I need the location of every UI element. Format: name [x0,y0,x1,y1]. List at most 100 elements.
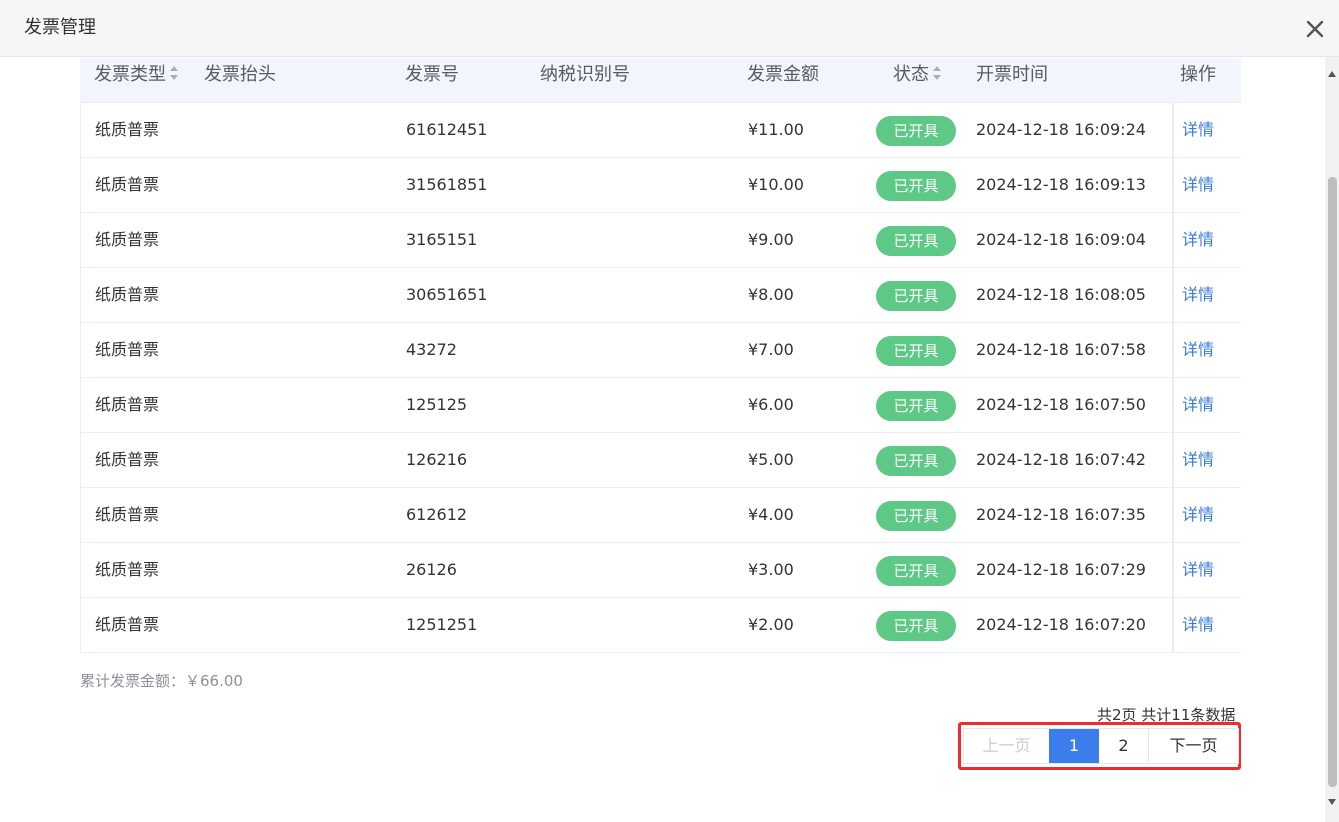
status-badge: 已开具 [876,116,956,146]
cell-type: 纸质普票 [95,340,160,359]
page-button-2[interactable]: 2 [1099,729,1149,763]
header-action: 操作 [1180,64,1216,85]
close-icon [1306,20,1324,38]
cell-type: 纸质普票 [95,615,160,634]
cell-amount: ¥4.00 [748,505,794,524]
detail-link[interactable]: 详情 [1182,323,1214,377]
cell-type: 纸质普票 [95,175,160,194]
cell-time: 2024-12-18 16:09:24 [976,120,1146,139]
prev-page-button[interactable]: 上一页 [964,729,1049,763]
table-row: 纸质普票 126216 ¥5.00 已开具 2024-12-18 16:07:4… [80,433,1241,488]
detail-link[interactable]: 详情 [1182,433,1214,487]
cell-type: 纸质普票 [95,230,160,249]
total-amount: 累计发票金额：￥66.00 [80,672,243,690]
cell-time: 2024-12-18 16:07:42 [976,450,1146,469]
cell-time: 2024-12-18 16:07:20 [976,615,1146,634]
cell-amount: ¥3.00 [748,560,794,579]
header-tax-id: 纳税识别号 [540,64,630,85]
cell-time: 2024-12-18 16:07:35 [976,505,1146,524]
header-amount: 发票金额 [747,64,819,85]
invoice-table: 发票类型 发票抬头 发票号 纳税识别号 发票金额 状态 开票时间 操作 纸质普票… [80,58,1241,653]
cell-type: 纸质普票 [95,395,160,414]
detail-link[interactable]: 详情 [1182,268,1214,322]
cell-amount: ¥10.00 [748,175,804,194]
cell-amount: ¥11.00 [748,120,804,139]
table-row: 纸质普票 612612 ¥4.00 已开具 2024-12-18 16:07:3… [80,488,1241,543]
header-time: 开票时间 [976,64,1048,85]
table-row: 纸质普票 125125 ¥6.00 已开具 2024-12-18 16:07:5… [80,378,1241,433]
status-badge: 已开具 [876,226,956,256]
sort-icon[interactable] [932,65,942,81]
cell-amount: ¥7.00 [748,340,794,359]
table-row: 纸质普票 61612451 ¥11.00 已开具 2024-12-18 16:0… [80,103,1241,158]
cell-type: 纸质普票 [95,450,160,469]
detail-link[interactable]: 详情 [1182,543,1214,597]
table-header: 发票类型 发票抬头 发票号 纳税识别号 发票金额 状态 开票时间 操作 [80,58,1241,103]
header-title: 发票抬头 [204,64,276,85]
table-body: 纸质普票 61612451 ¥11.00 已开具 2024-12-18 16:0… [80,103,1241,653]
cell-number: 126216 [406,450,468,469]
cell-type: 纸质普票 [95,285,160,304]
scrollbar-thumb[interactable] [1328,177,1337,787]
dialog-header: 发票管理 [0,0,1339,57]
table-row: 纸质普票 3165151 ¥9.00 已开具 2024-12-18 16:09:… [80,213,1241,268]
scroll-down-arrow-icon[interactable] [1328,799,1336,805]
status-badge: 已开具 [876,501,956,531]
header-status-cell[interactable]: 状态 [893,58,942,102]
cell-number: 26126 [406,560,457,579]
cell-type: 纸质普票 [95,120,160,139]
cell-amount: ¥9.00 [748,230,794,249]
cell-time: 2024-12-18 16:07:58 [976,340,1146,359]
header-type: 发票类型 [94,64,166,85]
table-row: 纸质普票 1251251 ¥2.00 已开具 2024-12-18 16:07:… [80,598,1241,653]
detail-link[interactable]: 详情 [1182,158,1214,212]
detail-link[interactable]: 详情 [1182,488,1214,542]
header-status: 状态 [893,64,929,85]
table-row: 纸质普票 31561851 ¥10.00 已开具 2024-12-18 16:0… [80,158,1241,213]
vertical-scrollbar[interactable] [1325,57,1339,822]
detail-link[interactable]: 详情 [1182,378,1214,432]
sort-icon[interactable] [169,65,179,81]
cell-number: 31561851 [406,175,488,194]
cell-time: 2024-12-18 16:09:04 [976,230,1146,249]
cell-amount: ¥6.00 [748,395,794,414]
cell-number: 43272 [406,340,457,359]
header-number: 发票号 [405,64,459,85]
table-row: 纸质普票 26126 ¥3.00 已开具 2024-12-18 16:07:29… [80,543,1241,598]
status-badge: 已开具 [876,171,956,201]
header-type-cell[interactable]: 发票类型 [94,58,179,102]
dialog-body: 发票类型 发票抬头 发票号 纳税识别号 发票金额 状态 开票时间 操作 纸质普票… [0,58,1325,822]
cell-number: 125125 [406,395,468,414]
cell-number: 612612 [406,505,468,524]
cell-number: 3165151 [406,230,478,249]
pagination: 上一页 1 2 下一页 [963,728,1239,764]
detail-link[interactable]: 详情 [1182,103,1214,157]
close-button[interactable] [1302,16,1328,42]
page-button-1[interactable]: 1 [1049,729,1099,763]
cell-amount: ¥2.00 [748,615,794,634]
status-badge: 已开具 [876,556,956,586]
cell-number: 1251251 [406,615,478,634]
status-badge: 已开具 [876,611,956,641]
cell-time: 2024-12-18 16:07:50 [976,395,1146,414]
cell-time: 2024-12-18 16:07:29 [976,560,1146,579]
dialog-title: 发票管理 [24,17,96,38]
table-row: 纸质普票 43272 ¥7.00 已开具 2024-12-18 16:07:58… [80,323,1241,378]
cell-time: 2024-12-18 16:09:13 [976,175,1146,194]
status-badge: 已开具 [876,281,956,311]
cell-type: 纸质普票 [95,560,160,579]
table-row: 纸质普票 30651651 ¥8.00 已开具 2024-12-18 16:08… [80,268,1241,323]
cell-amount: ¥8.00 [748,285,794,304]
detail-link[interactable]: 详情 [1182,213,1214,267]
cell-number: 61612451 [406,120,488,139]
cell-number: 30651651 [406,285,488,304]
cell-type: 纸质普票 [95,505,160,524]
next-page-button[interactable]: 下一页 [1149,729,1238,763]
scroll-up-arrow-icon[interactable] [1328,71,1336,77]
status-badge: 已开具 [876,336,956,366]
detail-link[interactable]: 详情 [1182,598,1214,652]
cell-time: 2024-12-18 16:08:05 [976,285,1146,304]
status-badge: 已开具 [876,446,956,476]
cell-amount: ¥5.00 [748,450,794,469]
status-badge: 已开具 [876,391,956,421]
